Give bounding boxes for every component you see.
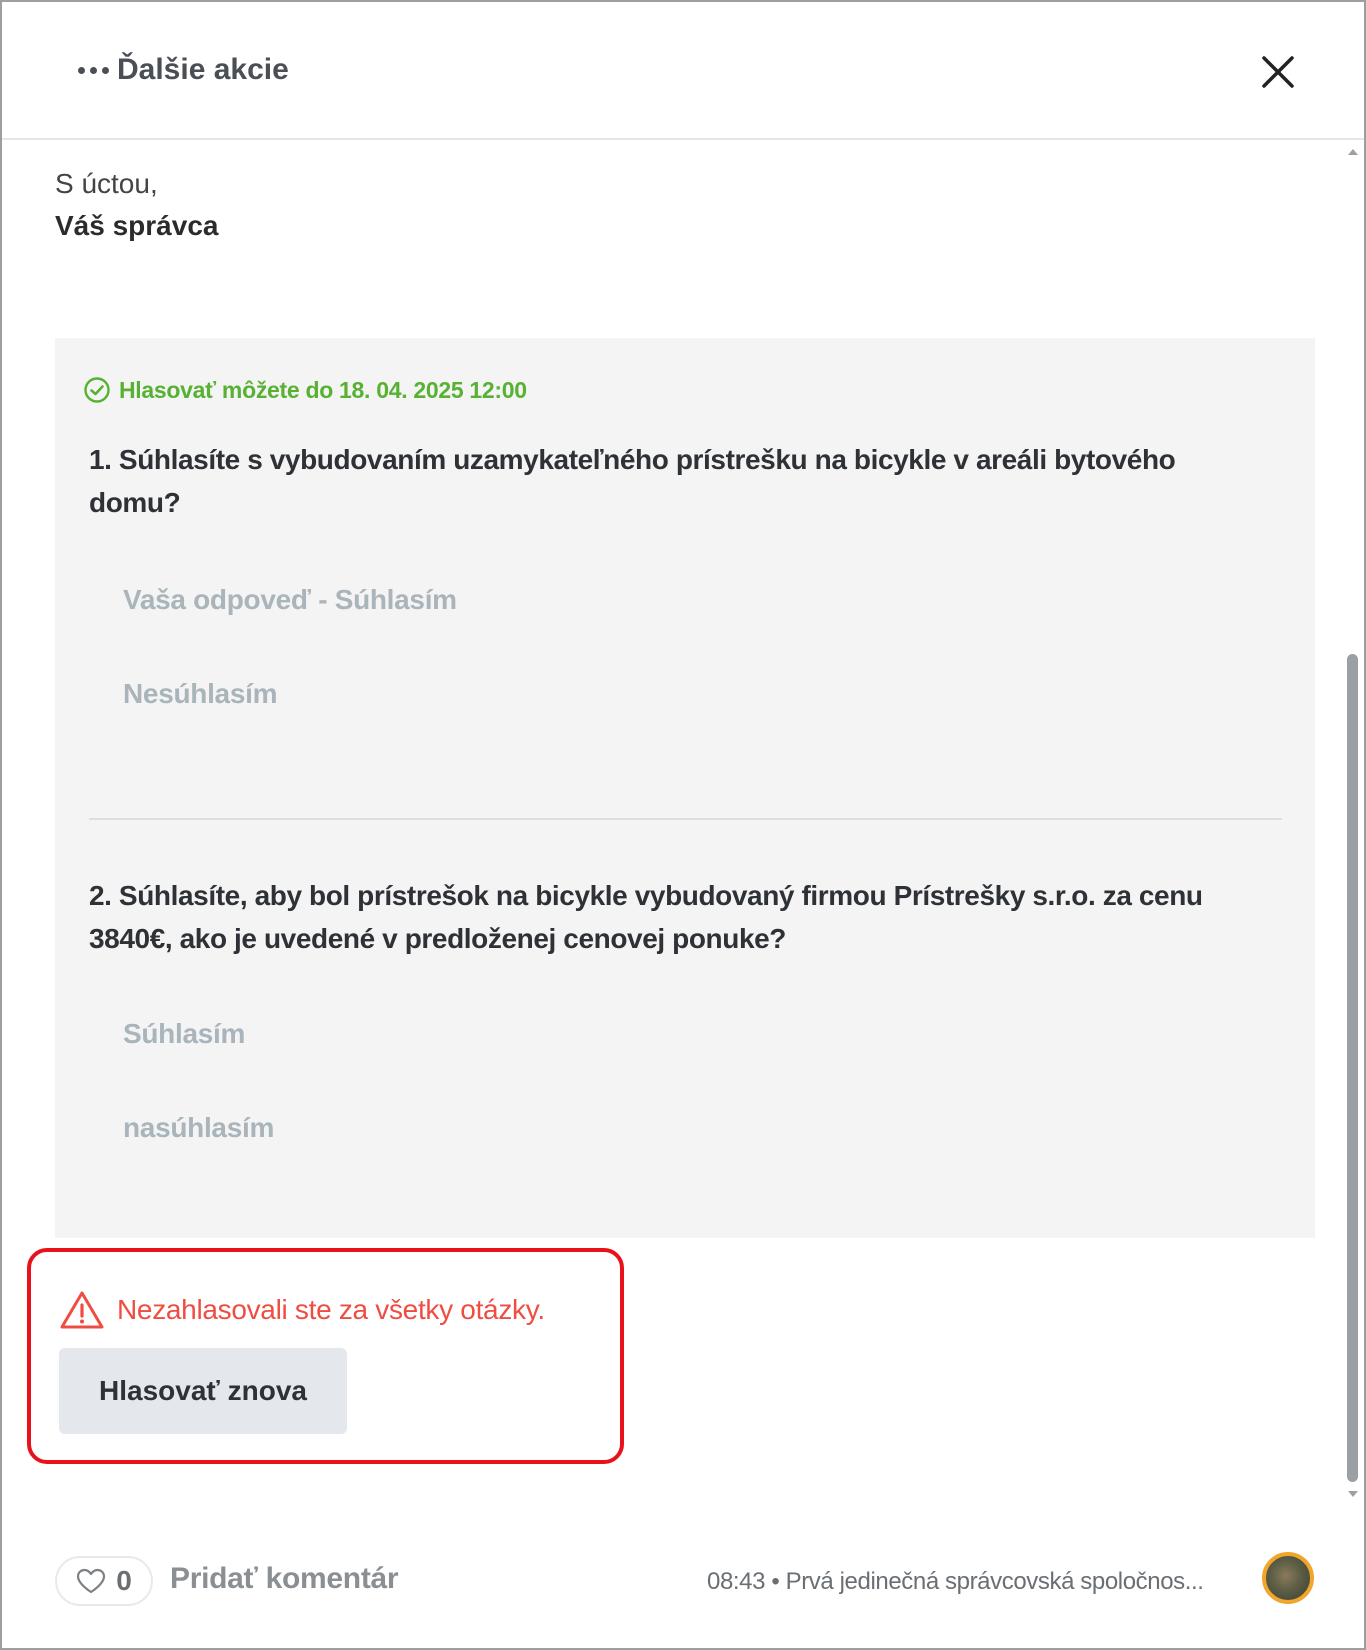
incomplete-vote-alert: Nezahlasovali ste za všetky otázky. Hlas…	[27, 1248, 624, 1464]
poll-option-q2-agree[interactable]: Súhlasím	[123, 1018, 245, 1050]
scroll-up-arrow-icon[interactable]	[1347, 148, 1359, 156]
more-actions-label: Ďalšie akcie	[117, 53, 289, 86]
sender-avatar	[1262, 1552, 1314, 1604]
vote-again-button[interactable]: Hlasovať znova	[59, 1348, 347, 1434]
warning-row: Nezahlasovali ste za všetky otázky.	[59, 1290, 545, 1330]
like-count: 0	[116, 1565, 132, 1596]
message-content: S úctou, Váš správca Hlasovať môžete do …	[2, 142, 1342, 1492]
close-button[interactable]	[1252, 46, 1304, 98]
poll-card: Hlasovať môžete do 18. 04. 2025 12:00 1.…	[55, 338, 1315, 1238]
like-button[interactable]: 0	[55, 1556, 153, 1606]
vote-deadline: Hlasovať môžete do 18. 04. 2025 12:00	[83, 376, 527, 404]
message-detail-panel: Ďalšie akcie S úctou, Váš správca Hlasov…	[0, 0, 1366, 1650]
panel-header: Ďalšie akcie	[2, 2, 1364, 140]
close-icon	[1262, 56, 1294, 88]
poll-option-q1-disagree[interactable]: Nesúhlasím	[123, 678, 277, 710]
question-divider	[89, 818, 1282, 820]
add-comment-link[interactable]: Pridať komentár	[170, 1562, 399, 1596]
warning-triangle-icon	[60, 1291, 104, 1329]
scrollbar-thumb[interactable]	[1347, 654, 1358, 1482]
check-circle-icon	[84, 377, 110, 403]
heart-icon	[77, 1568, 106, 1594]
vote-deadline-text: Hlasovať môžete do 18. 04. 2025 12:00	[119, 376, 527, 403]
greeting-text: S úctou,	[55, 168, 158, 199]
warning-text: Nezahlasovali ste za všetky otázky.	[117, 1294, 545, 1325]
more-actions-button[interactable]: Ďalšie akcie	[78, 48, 289, 92]
poll-question-2: 2. Súhlasíte, aby bol prístrešok na bicy…	[89, 880, 1203, 954]
poll-option-q1-agree[interactable]: Vaša odpoveď - Súhlasím	[123, 584, 457, 616]
signature-text: Váš správca	[55, 210, 219, 241]
message-meta: 08:43 • Prvá jedinečná správcovská spolo…	[707, 1568, 1204, 1595]
poll-option-q2-disagree[interactable]: nasúhlasím	[123, 1112, 274, 1144]
more-dots-icon	[78, 66, 109, 74]
message-footer: 0 Pridať komentár 08:43 • Prvá jedinečná…	[2, 1532, 1364, 1632]
poll-question-1: 1. Súhlasíte s vybudovaním uzamykateľnéh…	[89, 444, 1176, 518]
scroll-down-arrow-icon[interactable]	[1347, 1490, 1359, 1498]
